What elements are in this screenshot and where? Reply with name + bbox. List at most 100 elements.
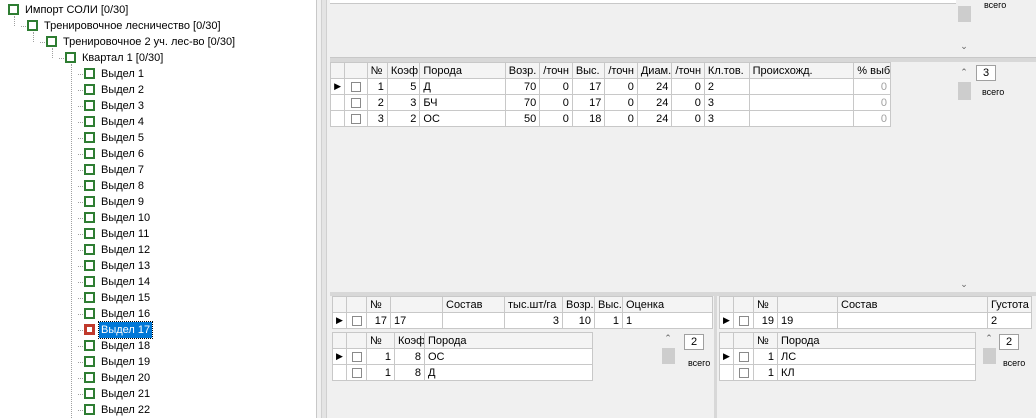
table-cell[interactable]: 10 — [562, 312, 595, 329]
column-header[interactable]: Состав — [442, 296, 505, 313]
table-cell[interactable]: 19 — [777, 312, 838, 329]
scroll-down-icon[interactable]: ⌄ — [956, 40, 972, 52]
column-header[interactable]: Выс. — [594, 296, 623, 313]
column-header[interactable]: Происхожд. — [748, 62, 855, 79]
tree-checkbox[interactable] — [46, 36, 57, 47]
table-cell[interactable]: КЛ — [777, 364, 976, 381]
row-indicator[interactable]: ▶ — [332, 348, 347, 365]
table-cell[interactable]: 2 — [386, 110, 421, 127]
undergrowth-species-scrollbar[interactable]: ⌃ — [660, 332, 676, 418]
row-checkbox-cell[interactable] — [346, 312, 367, 329]
table-cell[interactable]: ОС — [424, 348, 593, 365]
tree-node[interactable]: Выдел 10 — [0, 210, 316, 226]
table-cell[interactable]: 0 — [604, 94, 638, 111]
underbrush-scroll-thumb[interactable] — [983, 348, 996, 364]
tree-node[interactable]: Выдел 12 — [0, 242, 316, 258]
scroll-down-icon[interactable]: ⌄ — [956, 278, 972, 290]
table-cell[interactable]: 24 — [636, 78, 673, 95]
tree-node[interactable]: Выдел 17 — [0, 321, 316, 339]
table-cell[interactable]: 0 — [853, 94, 891, 111]
table-cell[interactable]: 24 — [636, 94, 673, 111]
row-checkbox[interactable] — [350, 113, 361, 124]
tree-node[interactable]: Выдел 4 — [0, 114, 316, 130]
row-checkbox[interactable] — [351, 315, 362, 326]
column-header[interactable]: Оценка — [622, 296, 713, 313]
row-indicator[interactable]: ▶ — [332, 312, 347, 329]
splitter-bar[interactable] — [321, 0, 327, 418]
tree-node[interactable]: Выдел 19 — [0, 354, 316, 370]
tree-checkbox[interactable] — [65, 52, 76, 63]
table-cell[interactable]: 0 — [539, 78, 573, 95]
column-header[interactable]: № — [366, 62, 388, 79]
column-header[interactable]: тыс.шт/га — [504, 296, 563, 313]
tree-checkbox[interactable] — [84, 164, 95, 175]
tree-node[interactable]: Выдел 20 — [0, 370, 316, 386]
tree-checkbox[interactable] — [84, 228, 95, 239]
table-row[interactable]: ▶ 17 17 3 10 1 1 — [332, 312, 713, 329]
tree-checkbox[interactable] — [84, 84, 95, 95]
table-cell[interactable]: 0 — [539, 110, 573, 127]
column-header[interactable]: Возр. — [504, 62, 541, 79]
table-cell[interactable]: 18 — [571, 110, 606, 127]
table-cell[interactable] — [748, 94, 855, 111]
table-row[interactable]: 18Д — [332, 364, 593, 381]
column-header[interactable]: Возр. — [562, 296, 595, 313]
column-header[interactable] — [390, 296, 443, 313]
table-cell[interactable]: 70 — [504, 78, 541, 95]
column-header[interactable]: % выб — [853, 62, 891, 79]
table-cell[interactable]: 0 — [604, 78, 638, 95]
column-header[interactable]: /точн — [604, 62, 638, 79]
undergrowth-grid[interactable]: № Состав тыс.шт/га Возр. Выс. Оценка ▶ 17 17 3 10… — [332, 296, 713, 329]
row-checkbox[interactable] — [738, 351, 749, 362]
row-checkbox[interactable] — [738, 315, 749, 326]
tree-checkbox[interactable] — [84, 148, 95, 159]
tree-node[interactable]: Выдел 15 — [0, 290, 316, 306]
undergrowth-scroll-thumb[interactable] — [662, 348, 675, 364]
table-cell[interactable]: 3 — [703, 94, 750, 111]
row-indicator[interactable] — [329, 94, 346, 111]
stand-scrollbar[interactable]: ⌄ — [956, 0, 972, 56]
table-cell[interactable]: 19 — [753, 312, 778, 329]
species-scrollbar[interactable]: ⌃ ⌄ — [956, 66, 972, 290]
column-header[interactable]: Порода — [777, 332, 976, 349]
table-cell[interactable]: 17 — [571, 94, 606, 111]
table-cell[interactable]: 1 — [753, 364, 778, 381]
column-header[interactable]: Порода — [424, 332, 593, 349]
table-cell[interactable]: Д — [424, 364, 593, 381]
column-header[interactable]: Коэф. — [394, 332, 425, 349]
row-checkbox[interactable] — [350, 97, 361, 108]
table-cell[interactable]: 1 — [594, 312, 623, 329]
column-header[interactable]: /точн — [671, 62, 705, 79]
table-cell[interactable]: 5 — [386, 78, 421, 95]
table-cell[interactable]: 0 — [671, 110, 705, 127]
column-header[interactable]: /точн — [539, 62, 573, 79]
tree-checkbox[interactable] — [84, 68, 95, 79]
tree-node[interactable]: Выдел 1 — [0, 66, 316, 82]
table-cell[interactable] — [748, 110, 855, 127]
table-cell[interactable]: Д — [419, 78, 506, 95]
column-header[interactable]: Диам. — [636, 62, 673, 79]
table-cell[interactable]: 1 — [366, 78, 388, 95]
tree-checkbox[interactable] — [84, 212, 95, 223]
table-cell[interactable]: 0 — [853, 110, 891, 127]
species-scroll-thumb[interactable] — [958, 82, 971, 100]
table-row[interactable]: 2 3 БЧ 70 0 17 0 24 0 3 0 — [329, 94, 891, 111]
tree-node[interactable]: Выдел 14 — [0, 274, 316, 290]
table-cell[interactable]: 70 — [504, 94, 541, 111]
table-cell[interactable]: 1 — [366, 364, 395, 381]
table-cell[interactable]: 1 — [622, 312, 713, 329]
tree-checkbox[interactable] — [84, 292, 95, 303]
scroll-up-icon[interactable]: ⌃ — [981, 332, 997, 344]
row-indicator[interactable] — [719, 364, 734, 381]
row-checkbox-cell[interactable] — [733, 312, 754, 329]
tree-checkbox[interactable] — [84, 276, 95, 287]
table-cell[interactable]: 0 — [604, 110, 638, 127]
tree-node[interactable]: Выдел 16 — [0, 306, 316, 322]
table-cell[interactable] — [837, 312, 988, 329]
table-cell[interactable]: 0 — [539, 94, 573, 111]
table-cell[interactable]: ЛС — [777, 348, 976, 365]
table-cell[interactable]: 1 — [753, 348, 778, 365]
row-checkbox-cell[interactable] — [344, 110, 368, 127]
tree-checkbox[interactable] — [84, 324, 95, 335]
tree-node[interactable]: Выдел 21 — [0, 386, 316, 402]
